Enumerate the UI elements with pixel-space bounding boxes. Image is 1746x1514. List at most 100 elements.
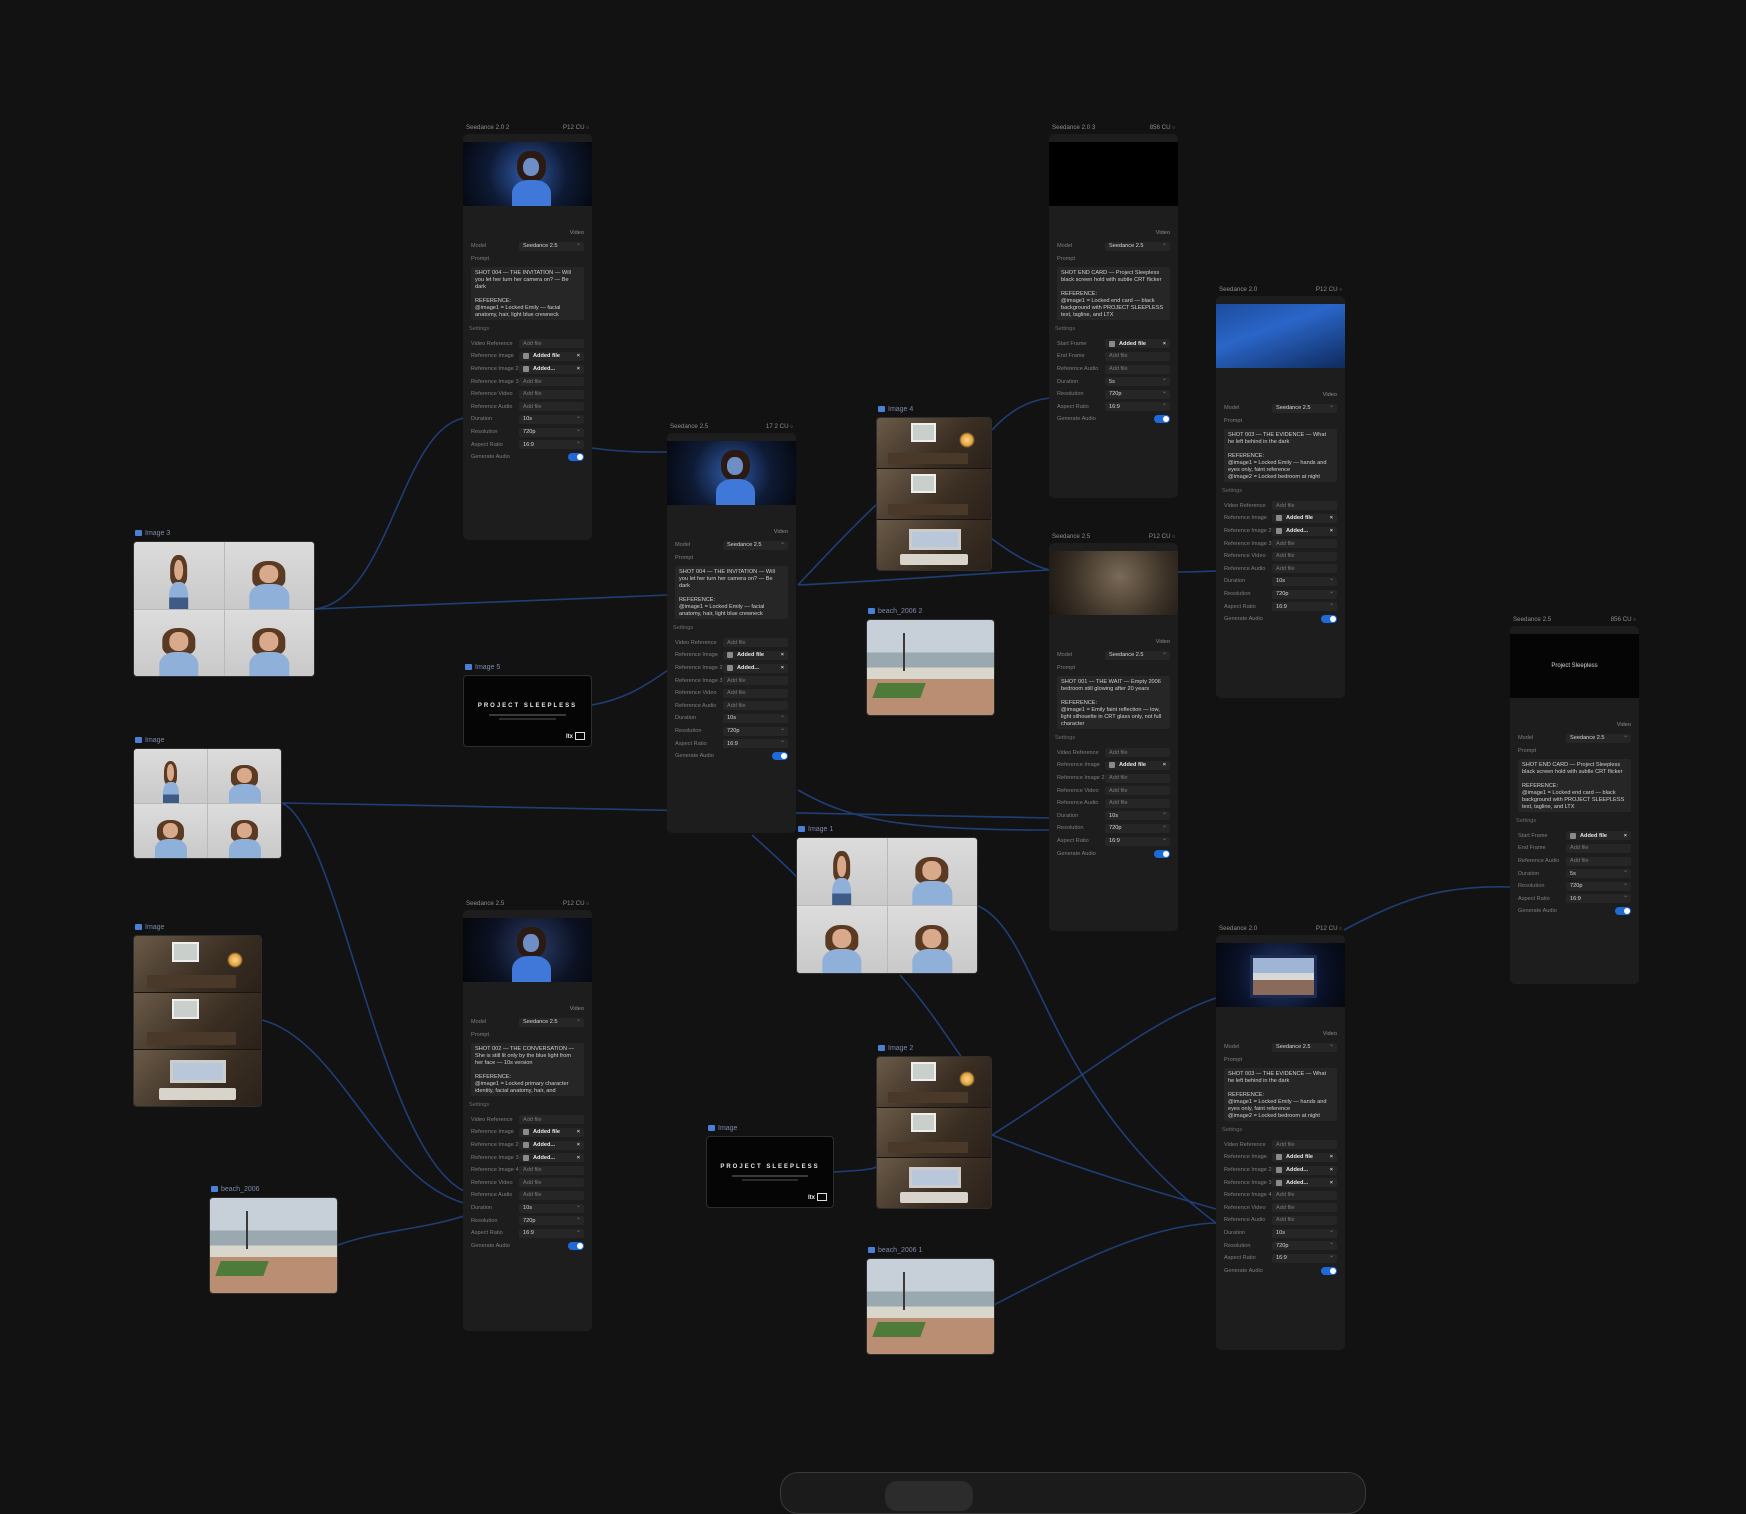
setting-select[interactable]: 10s: [723, 712, 788, 723]
video-preview[interactable]: [667, 441, 796, 505]
setting-select[interactable]: 720p: [1105, 388, 1170, 399]
settings-toggle[interactable]: Settings: [1510, 816, 1639, 830]
seedance-node-c5[interactable]: Seedance 2.5 P12 CU Video Model Seedance 2.5…: [1049, 533, 1178, 931]
setting-select[interactable]: 16:9: [519, 438, 584, 450]
image-node-beach-2006-2[interactable]: beach_2006 2: [866, 608, 995, 716]
model-select[interactable]: Seedance 2.5: [1105, 649, 1170, 660]
toolbar-handle[interactable]: [885, 1481, 973, 1511]
seedance-node-c8[interactable]: Seedance 2.5 856 CU Project Sleepless Video…: [1510, 616, 1639, 984]
setting-select[interactable]: 720p: [1105, 822, 1170, 833]
video-preview[interactable]: [463, 918, 592, 982]
generate-audio-toggle[interactable]: [1615, 907, 1631, 916]
added-file-slot[interactable]: Added... ×: [519, 1140, 584, 1150]
file-slot[interactable]: Add file: [519, 1115, 584, 1125]
added-file-slot[interactable]: Added file ×: [1272, 513, 1337, 523]
seedance-node-c6[interactable]: Seedance 2.0 P12 CU Video Model Seedance 2.5…: [1216, 286, 1345, 698]
added-file-slot[interactable]: Added file ×: [723, 650, 788, 660]
setting-select[interactable]: 16:9: [723, 737, 788, 749]
file-slot[interactable]: Add file: [519, 1190, 584, 1200]
prompt-field[interactable]: SHOT 001 — THE WAIT — Empty 2006 bedroom…: [1057, 675, 1170, 729]
prompt-field[interactable]: SHOT 003 — THE EVIDENCE — What he left b…: [1224, 428, 1337, 482]
file-slot[interactable]: Add file: [723, 676, 788, 686]
setting-select[interactable]: 16:9: [1272, 600, 1337, 612]
remove-file-icon[interactable]: ×: [1330, 515, 1333, 521]
added-file-slot[interactable]: Added file ×: [1105, 760, 1170, 770]
model-select[interactable]: Seedance 2.5: [1272, 402, 1337, 413]
settings-toggle[interactable]: Settings: [1049, 324, 1178, 338]
setting-select[interactable]: 720p: [1272, 1239, 1337, 1251]
file-slot[interactable]: Add file: [1272, 1190, 1337, 1200]
seedance-node-c3[interactable]: Seedance 2.5 P12 CU Video Model Seedance 2.5…: [463, 900, 592, 1331]
added-file-slot[interactable]: Added... ×: [1272, 1165, 1337, 1175]
setting-select[interactable]: 10s: [1105, 809, 1170, 821]
image-node-image4[interactable]: Image 4: [876, 406, 992, 571]
setting-select[interactable]: 16:9: [519, 1227, 584, 1238]
generate-audio-toggle[interactable]: [1154, 415, 1170, 424]
remove-file-icon[interactable]: ×: [577, 366, 580, 372]
seedance-node-c7[interactable]: Seedance 2.0 P12 CU Video Model Seedance 2.5…: [1216, 925, 1345, 1350]
image-node-image2[interactable]: Image 2: [876, 1045, 992, 1209]
model-select[interactable]: Seedance 2.5: [1566, 732, 1631, 743]
file-slot[interactable]: Add file: [1105, 798, 1170, 808]
generate-audio-toggle[interactable]: [1321, 615, 1337, 624]
model-select[interactable]: Seedance 2.5: [519, 240, 584, 251]
file-slot[interactable]: Add file: [1272, 1215, 1337, 1225]
remove-file-icon[interactable]: ×: [577, 1155, 580, 1161]
file-slot[interactable]: Add file: [723, 701, 788, 711]
setting-select[interactable]: 720p: [519, 426, 584, 437]
generate-audio-toggle[interactable]: [568, 1241, 584, 1250]
prompt-field[interactable]: SHOT 004 — THE INVITATION — Will you let…: [471, 266, 584, 320]
added-file-slot[interactable]: Added file ×: [519, 1127, 584, 1137]
added-file-slot[interactable]: Added... ×: [1272, 1178, 1337, 1188]
prompt-field[interactable]: SHOT 004 — THE INVITATION — Will you let…: [675, 565, 788, 619]
remove-file-icon[interactable]: ×: [1330, 1180, 1333, 1186]
file-slot[interactable]: Add file: [519, 339, 584, 349]
file-slot[interactable]: Add file: [723, 688, 788, 698]
setting-select[interactable]: 720p: [1566, 880, 1631, 891]
file-slot[interactable]: Add file: [1566, 856, 1631, 866]
file-slot[interactable]: Add file: [519, 1178, 584, 1188]
settings-toggle[interactable]: Settings: [1049, 733, 1178, 747]
setting-select[interactable]: 10s: [519, 1202, 584, 1213]
remove-file-icon[interactable]: ×: [1163, 762, 1166, 768]
file-slot[interactable]: Add file: [1105, 786, 1170, 796]
added-file-slot[interactable]: Added file ×: [519, 351, 584, 361]
remove-file-icon[interactable]: ×: [577, 1129, 580, 1135]
model-select[interactable]: Seedance 2.5: [1272, 1041, 1337, 1052]
image-node-image5[interactable]: Image 5 PROJECT SLEEPLESS ltx: [463, 664, 592, 747]
image-node-image[interactable]: Image: [133, 737, 282, 859]
seedance-node-c1[interactable]: Seedance 2.0 2 P12 CU Video Model Seedance 2…: [463, 124, 592, 540]
prompt-field[interactable]: SHOT 002 — THE CONVERSATION — She is sti…: [471, 1042, 584, 1096]
file-slot[interactable]: Add file: [1272, 539, 1337, 549]
seedance-node-c2[interactable]: Seedance 2.5 17 2 CU Video Model Seedance 2.…: [667, 423, 796, 833]
remove-file-icon[interactable]: ×: [781, 665, 784, 671]
image-node-image1[interactable]: Image 1: [796, 826, 978, 974]
remove-file-icon[interactable]: ×: [577, 353, 580, 359]
file-slot[interactable]: Add file: [519, 1165, 584, 1175]
model-select[interactable]: Seedance 2.5: [1105, 240, 1170, 251]
seedance-node-c4[interactable]: Seedance 2.0 3 856 CU Video Model Seedance 2…: [1049, 124, 1178, 498]
video-preview[interactable]: [1049, 551, 1178, 615]
image-node-image3[interactable]: Image 3: [133, 530, 315, 677]
file-slot[interactable]: Add file: [519, 402, 584, 412]
image-node-poster[interactable]: Image PROJECT SLEEPLESS ltx: [706, 1125, 834, 1208]
image-node-room[interactable]: Image: [133, 924, 262, 1107]
model-select[interactable]: Seedance 2.5: [723, 539, 788, 550]
added-file-slot[interactable]: Added... ×: [1272, 526, 1337, 536]
prompt-field[interactable]: SHOT 003 — THE EVIDENCE — What he left b…: [1224, 1067, 1337, 1121]
file-slot[interactable]: Add file: [1566, 843, 1631, 853]
video-preview[interactable]: [1216, 304, 1345, 368]
video-preview[interactable]: [1049, 142, 1178, 206]
video-preview[interactable]: [463, 142, 592, 206]
generate-audio-toggle[interactable]: [568, 453, 584, 462]
file-slot[interactable]: Add file: [1272, 1140, 1337, 1150]
added-file-slot[interactable]: Added file ×: [1566, 831, 1631, 841]
image-node-beach-2006-1[interactable]: beach_2006 1: [866, 1247, 995, 1355]
remove-file-icon[interactable]: ×: [1624, 833, 1627, 839]
setting-select[interactable]: 10s: [1272, 575, 1337, 586]
generate-audio-toggle[interactable]: [1154, 849, 1170, 858]
settings-toggle[interactable]: Settings: [1216, 1125, 1345, 1139]
settings-toggle[interactable]: Settings: [463, 324, 592, 338]
file-slot[interactable]: Add file: [1272, 551, 1337, 561]
image-node-beach-2006[interactable]: beach_2006: [209, 1186, 338, 1294]
